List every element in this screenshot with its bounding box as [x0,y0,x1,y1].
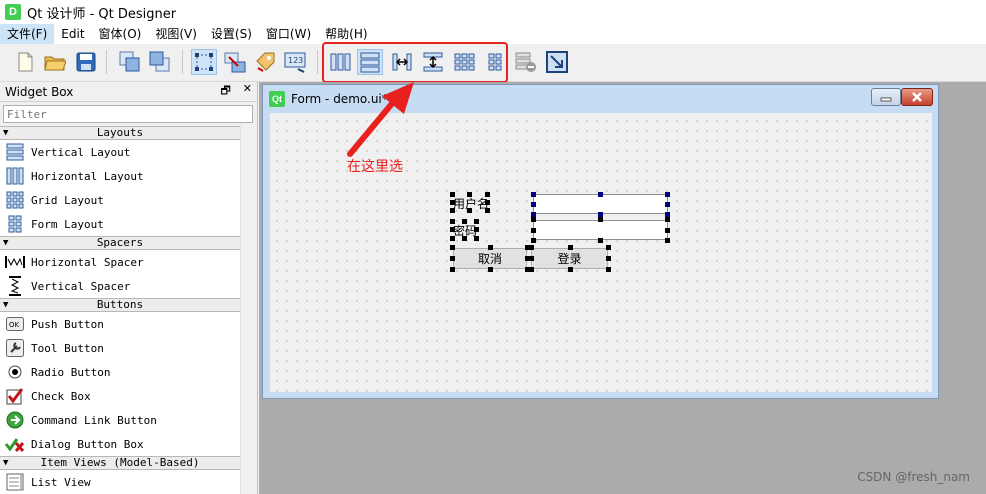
item-label: Check Box [31,389,91,403]
edit-buddies-icon[interactable] [252,49,278,75]
menu-file[interactable]: 文件(F) [0,24,55,44]
item-label: Vertical Layout [31,145,131,159]
widget-box-panel: Widget Box 🗗 ✕ ▼Layouts Vertical Layout … [0,82,258,494]
login-button[interactable]: 登录 [531,248,608,269]
tool-button-icon [5,338,25,358]
list-item[interactable]: Radio Button [0,360,240,384]
command-link-icon [5,410,25,430]
item-label: Tool Button [31,341,104,355]
cancel-button[interactable]: 取消 [453,248,527,269]
vertical-spacer-icon [5,276,25,296]
list-item[interactable]: Dialog Button Box [0,432,240,456]
item-label: Push Button [31,317,104,331]
list-item[interactable]: Command Link Button [0,408,240,432]
menu-bar: 文件(F) Edit 窗体(O) 视图(V) 设置(S) 窗口(W) 帮助(H) [0,24,986,44]
qt-designer-app-icon: D [5,4,21,20]
list-item[interactable]: Tool Button [0,336,240,360]
list-item[interactable]: Horizontal Spacer [0,250,240,274]
widget-list-scrollbar[interactable] [240,126,257,494]
menu-edit[interactable]: Edit [54,24,91,44]
annotation-text: 在这里选 [347,159,403,175]
float-icon[interactable]: 🗗 [220,82,230,101]
form-layout-icon [5,214,25,234]
layout-toolbar-highlight [322,42,508,83]
push-button-icon: OK [5,314,25,334]
category-buttons[interactable]: ▼ Buttons [0,298,240,312]
edit-widgets-icon[interactable] [191,49,217,75]
item-label: List View [31,475,91,489]
break-layout-icon[interactable] [513,49,539,75]
send-to-back-icon[interactable] [147,49,173,75]
username-input[interactable] [533,194,668,214]
menu-window[interactable]: 窗口(W) [259,24,318,44]
minimize-icon [880,97,892,102]
menu-help[interactable]: 帮助(H) [318,24,374,44]
menu-form[interactable]: 窗体(O) [92,24,149,44]
edit-tab-order-icon[interactable]: 123 [283,49,309,75]
list-item[interactable]: Check Box [0,384,240,408]
category-item-views[interactable]: ▼ Item Views (Model-Based) [0,456,240,470]
list-item[interactable]: OK Push Button [0,312,240,336]
close-button[interactable] [901,88,933,106]
list-item[interactable]: Horizontal Layout [0,164,240,188]
minimize-button[interactable] [871,88,901,106]
password-input[interactable] [533,220,668,240]
widget-box-header: Widget Box 🗗 ✕ [0,82,257,102]
watermark: CSDN @fresh_nam [857,470,970,484]
list-item[interactable]: List View [0,470,240,494]
list-item[interactable]: Form Layout [0,212,240,236]
item-label: Grid Layout [31,193,104,207]
horizontal-layout-icon [5,166,25,186]
category-layouts[interactable]: ▼ Layouts [0,126,240,140]
radio-button-icon [5,362,25,382]
qt-icon: Qt [269,91,285,107]
horizontal-spacer-icon [5,252,25,272]
open-file-icon[interactable] [42,49,68,75]
list-view-icon [5,472,25,492]
adjust-size-icon[interactable] [544,49,570,75]
annotation-arrow [347,82,414,157]
new-file-icon[interactable] [12,49,38,75]
list-item[interactable]: Vertical Spacer [0,274,240,298]
widget-list: ▼ Layouts Vertical Layout Horizontal Layo… [0,126,240,494]
edit-signals-slots-icon[interactable] [222,49,248,75]
item-label: Horizontal Layout [31,169,144,183]
title-bar: D Qt 设计师 - Qt Designer [0,0,986,24]
list-item[interactable]: Grid Layout [0,188,240,212]
item-label: Radio Button [31,365,111,379]
menu-view[interactable]: 视图(V) [148,24,204,44]
item-label: Horizontal Spacer [31,255,144,269]
item-label: Form Layout [31,217,104,231]
dialog-button-box-icon [5,434,25,454]
vertical-layout-icon [5,142,25,162]
list-item[interactable]: Vertical Layout [0,140,240,164]
svg-text:OK: OK [9,321,20,329]
save-icon[interactable] [73,49,99,75]
widget-box-title: Widget Box [5,84,74,99]
item-label: Dialog Button Box [31,437,144,451]
close-icon [912,92,922,102]
menu-settings[interactable]: 设置(S) [204,24,259,44]
widget-filter-input[interactable] [3,105,253,123]
svg-text:123: 123 [288,56,303,65]
window-title: Qt 设计师 - Qt Designer [27,6,177,22]
item-label: Vertical Spacer [31,279,131,293]
bring-to-front-icon[interactable] [117,49,143,75]
category-spacers[interactable]: ▼ Spacers [0,236,240,250]
check-box-icon [5,386,25,406]
grid-layout-icon [5,190,25,210]
close-icon[interactable]: ✕ [243,82,252,101]
item-label: Command Link Button [31,413,157,427]
